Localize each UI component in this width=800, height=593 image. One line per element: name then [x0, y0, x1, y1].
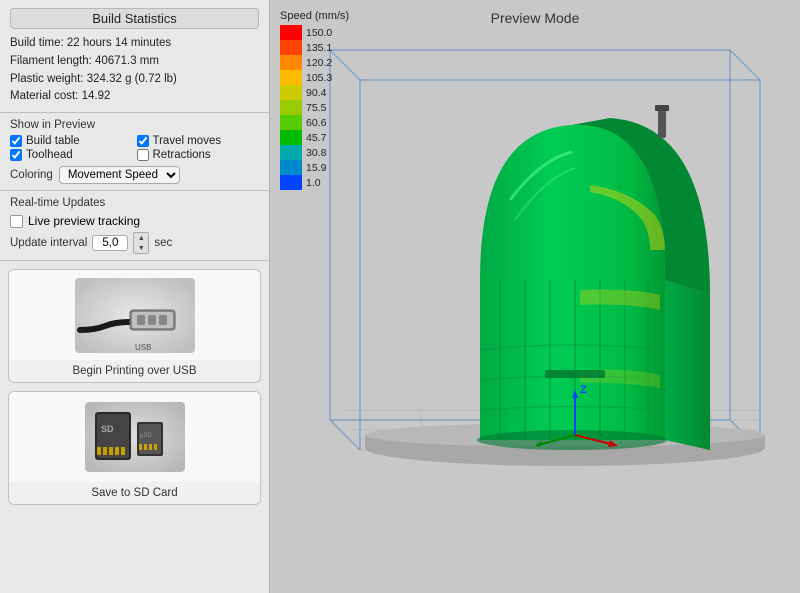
interval-stepper: ▲ ▼	[133, 232, 149, 254]
usb-image: USB	[9, 270, 260, 360]
material-cost: Material cost: 14.92	[10, 88, 259, 106]
legend-color-swatch	[280, 40, 302, 55]
legend-color-swatch	[280, 70, 302, 85]
legend-color-swatch	[280, 130, 302, 145]
interval-down-button[interactable]: ▼	[134, 243, 148, 253]
usb-connector-icon: USB	[75, 278, 195, 353]
legend-color-swatch	[280, 145, 302, 160]
legend-item: 45.7	[280, 130, 360, 145]
legend-value-label: 150.0	[306, 27, 332, 39]
legend-item: 135.1	[280, 40, 360, 55]
usb-button-label: Begin Printing over USB	[64, 360, 204, 382]
interval-unit-label: sec	[154, 237, 172, 249]
sdcard-image: SD μSD	[9, 392, 260, 482]
legend-item: 150.0	[280, 25, 360, 40]
show-in-preview-title: Show in Preview	[10, 119, 259, 131]
print-buttons-section: USB Begin Printing over USB	[0, 261, 269, 593]
legend-color-swatch	[280, 25, 302, 40]
live-preview-label: Live preview tracking	[28, 214, 140, 228]
legend-item: 120.2	[280, 55, 360, 70]
interval-up-button[interactable]: ▲	[134, 233, 148, 243]
legend-item: 105.3	[280, 70, 360, 85]
realtime-updates-section: Real-time Updates Live preview tracking …	[0, 191, 269, 261]
retractions-label: Retractions	[153, 149, 211, 161]
right-panel: Z Speed (mm/s) 150.0 135.1 120.2 105.3 90.4 7…	[270, 0, 800, 593]
build-time: Build time: 22 hours 14 minutes	[10, 35, 259, 53]
legend-color-swatch	[280, 100, 302, 115]
build-table-label: Build table	[26, 135, 80, 147]
legend-item: 30.8	[280, 145, 360, 160]
legend-value-label: 120.2	[306, 57, 332, 69]
legend-value-label: 30.8	[306, 147, 326, 159]
update-interval-label: Update interval	[10, 237, 87, 249]
travel-moves-checkbox[interactable]	[137, 135, 149, 147]
build-table-checkbox-item[interactable]: Build table	[10, 135, 133, 147]
legend-color-swatch	[280, 175, 302, 190]
plastic-weight: Plastic weight: 324.32 g (0.72 lb)	[10, 71, 259, 89]
legend-gradient: 150.0 135.1 120.2 105.3 90.4 75.5 60.6 45.7 30.8…	[280, 25, 360, 190]
toolhead-checkbox-item[interactable]: Toolhead	[10, 149, 133, 161]
svg-text:Z: Z	[580, 384, 587, 396]
sdcard-button-label: Save to SD Card	[83, 482, 185, 504]
update-interval-input[interactable]	[92, 235, 128, 251]
legend-value-label: 60.6	[306, 117, 326, 129]
live-preview-checkbox[interactable]	[10, 215, 23, 228]
color-legend: Speed (mm/s) 150.0 135.1 120.2 105.3 90.4 75.…	[280, 10, 360, 190]
legend-value-label: 75.5	[306, 102, 326, 114]
legend-item: 15.9	[280, 160, 360, 175]
retractions-checkbox-item[interactable]: Retractions	[137, 149, 260, 161]
legend-value-label: 45.7	[306, 132, 326, 144]
usb-print-button-card[interactable]: USB Begin Printing over USB	[8, 269, 261, 383]
legend-value-label: 90.4	[306, 87, 326, 99]
legend-value-label: 105.3	[306, 72, 332, 84]
svg-text:μSD: μSD	[140, 433, 152, 439]
realtime-updates-title: Real-time Updates	[10, 197, 259, 209]
live-preview-row: Live preview tracking	[10, 214, 259, 228]
build-stats-text: Build time: 22 hours 14 minutes Filament…	[10, 35, 259, 106]
travel-moves-checkbox-item[interactable]: Travel moves	[137, 135, 260, 147]
checkbox-grid: Build table Travel moves Toolhead Retrac…	[10, 135, 259, 161]
legend-color-swatch	[280, 55, 302, 70]
update-interval-row: Update interval ▲ ▼ sec	[10, 232, 259, 254]
sdcard-print-button-card[interactable]: SD μSD Save to SD Card	[8, 391, 261, 505]
filament-length: Filament length: 40671.3 mm	[10, 53, 259, 71]
build-stats-section: Build Statistics Build time: 22 hours 14…	[0, 0, 269, 113]
left-panel: Build Statistics Build time: 22 hours 14…	[0, 0, 270, 593]
legend-item: 1.0	[280, 175, 360, 190]
build-stats-title: Build Statistics	[10, 8, 259, 29]
retractions-checkbox[interactable]	[137, 149, 149, 161]
coloring-row: Coloring Movement Speed Line Type Layer …	[10, 166, 259, 184]
show-in-preview-section: Show in Preview Build table Travel moves…	[0, 113, 269, 191]
build-table-checkbox[interactable]	[10, 135, 22, 147]
legend-color-swatch	[280, 85, 302, 100]
legend-color-swatch	[280, 115, 302, 130]
legend-color-swatch	[280, 160, 302, 175]
toolhead-label: Toolhead	[26, 149, 73, 161]
legend-item: 90.4	[280, 85, 360, 100]
legend-value-label: 15.9	[306, 162, 326, 174]
legend-value-label: 1.0	[306, 177, 321, 189]
coloring-select[interactable]: Movement Speed Line Type Layer Height	[59, 166, 180, 184]
coloring-label: Coloring	[10, 169, 53, 181]
sdcard-icon: SD μSD	[85, 402, 185, 472]
legend-value-label: 135.1	[306, 42, 332, 54]
legend-item: 60.6	[280, 115, 360, 130]
legend-title: Speed (mm/s)	[280, 10, 360, 22]
svg-text:USB: USB	[135, 343, 151, 352]
legend-item: 75.5	[280, 100, 360, 115]
svg-text:SD: SD	[101, 424, 114, 434]
viewport-header: Preview Mode	[491, 10, 580, 26]
travel-moves-label: Travel moves	[153, 135, 222, 147]
toolhead-checkbox[interactable]	[10, 149, 22, 161]
